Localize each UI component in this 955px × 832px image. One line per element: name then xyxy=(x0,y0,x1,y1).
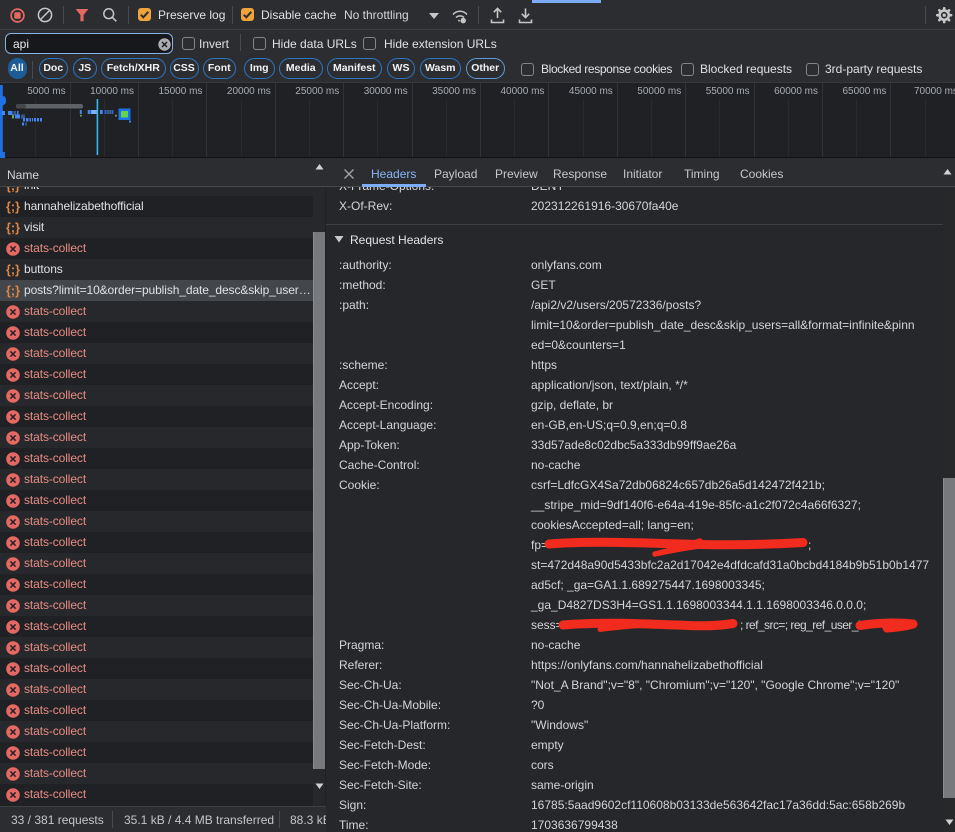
svg-text:{;}: {;} xyxy=(6,221,20,235)
svg-text:{;}: {;} xyxy=(6,263,20,277)
svg-text:{;}: {;} xyxy=(6,200,20,214)
svg-text:{;}: {;} xyxy=(6,284,20,298)
svg-text:{;}: {;} xyxy=(6,187,20,193)
